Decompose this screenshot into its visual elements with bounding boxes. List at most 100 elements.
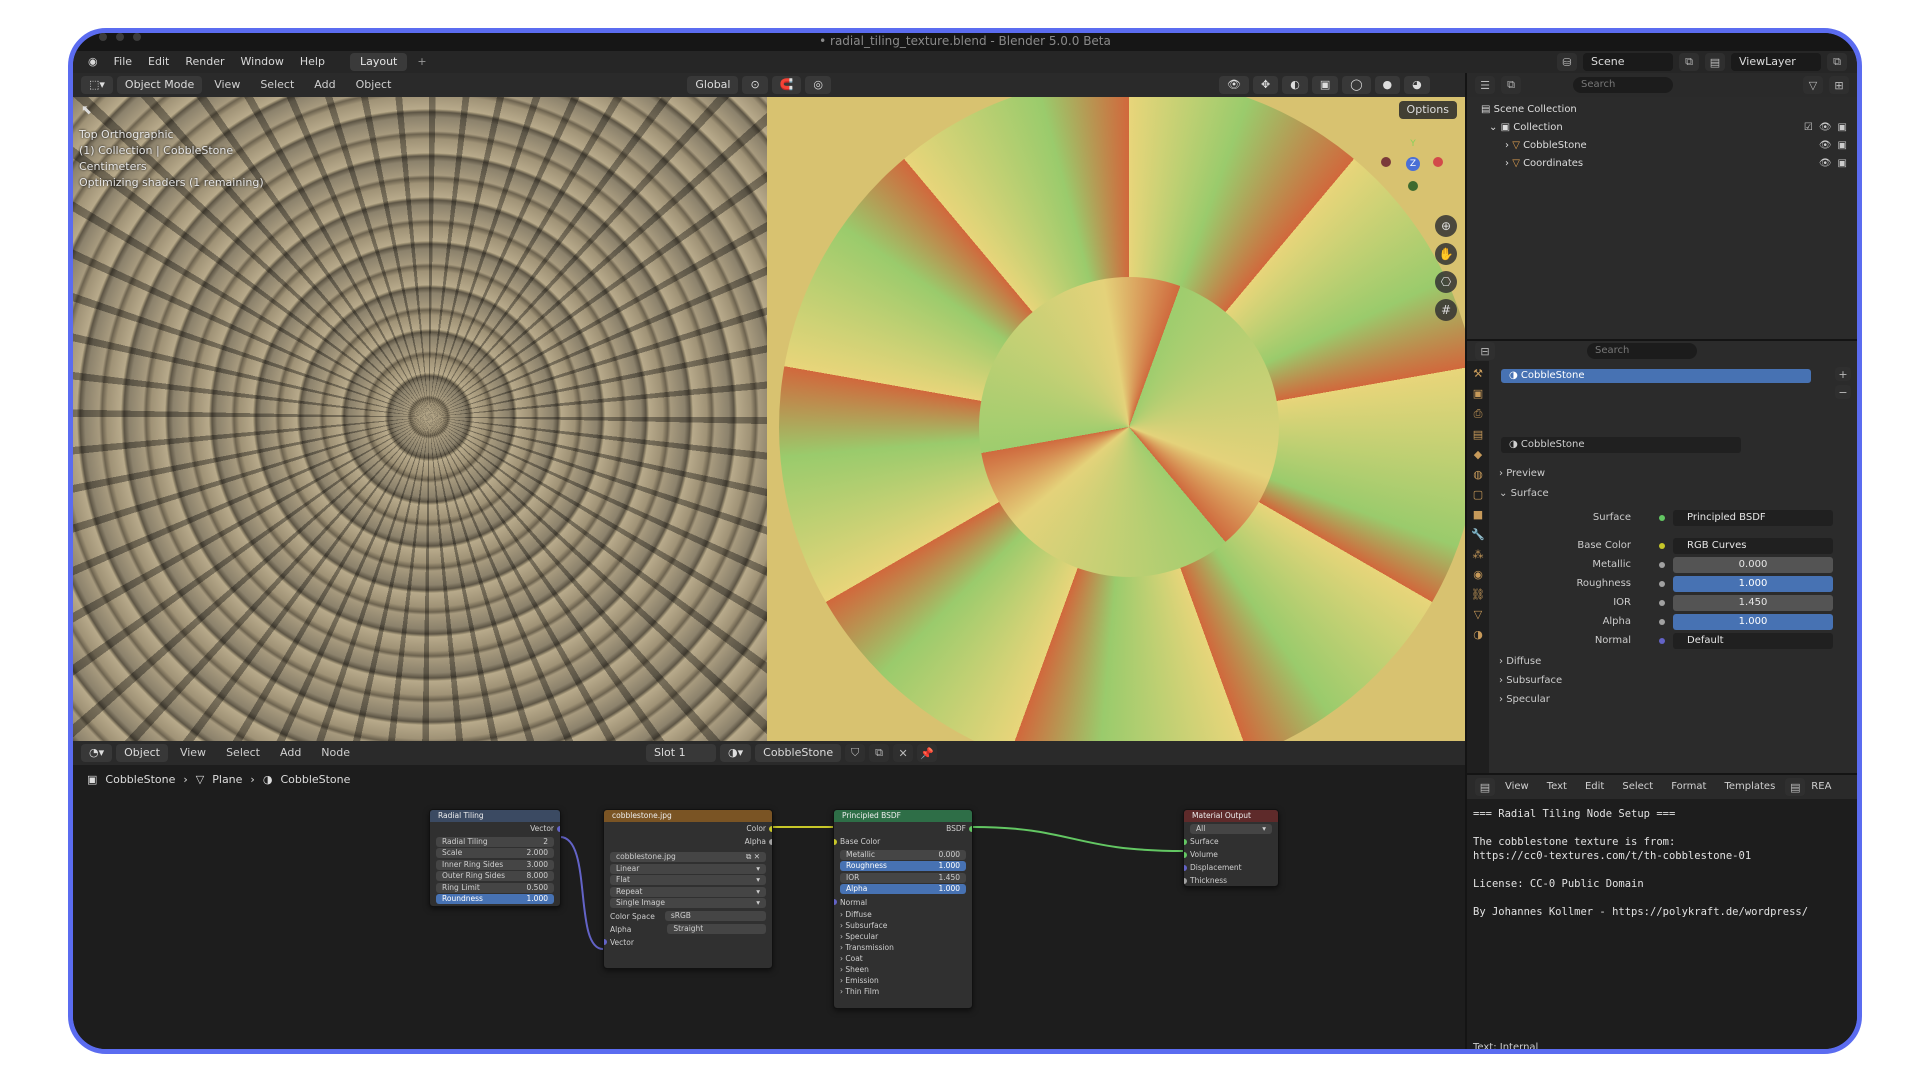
data-tab-icon[interactable]: ▽ [1474, 608, 1482, 621]
panel-surface[interactable]: ⌄ Surface [1499, 485, 1549, 503]
bsdf-output-socket[interactable] [969, 825, 972, 832]
visibility-icon[interactable]: 👁 [1219, 76, 1249, 94]
text-browse-icon[interactable]: ▤ [1785, 778, 1806, 796]
remove-slot-button[interactable]: − [1835, 385, 1851, 399]
node-material-output[interactable]: Material Output All ▾ Surface Volume Disp… [1183, 809, 1279, 887]
alpha-slider[interactable]: 1.000 [1673, 614, 1833, 630]
roughness-slider[interactable]: 1.000 [1673, 576, 1833, 592]
outliner-row-scene-collection[interactable]: ▤ Scene Collection [1467, 101, 1857, 119]
radial-field-scale[interactable]: Scale 2.000 [436, 848, 554, 858]
world-tab-icon[interactable]: ◍ [1473, 468, 1483, 481]
viewlayer-icon[interactable]: ▤ [1705, 53, 1725, 71]
shading-wireframe-icon[interactable]: ◯ [1342, 76, 1371, 94]
render-tab-icon[interactable]: ▣ [1473, 387, 1483, 400]
outliner-row-coordinates[interactable]: › ▽ Coordinates 👁 ▣ [1467, 155, 1857, 173]
editor-type-icon[interactable]: ⬚▾ [81, 76, 113, 94]
gizmo-z-axis[interactable]: Z [1406, 157, 1420, 171]
metallic-slider[interactable]: 0.000 [1673, 557, 1833, 573]
menu-window[interactable]: Window [234, 51, 291, 73]
properties-search[interactable]: Search [1587, 343, 1697, 359]
surface-socket[interactable] [1184, 838, 1187, 845]
scene-icon[interactable]: ⛁ [1557, 53, 1577, 71]
node-radial-tiling[interactable]: Radial Tiling Vector Radial Tiling 2 Sca… [429, 809, 561, 907]
bsdf-panel-sheen[interactable]: › Sheen [834, 964, 972, 975]
viewport-menu-object[interactable]: Object [348, 73, 400, 97]
color-space-dropdown[interactable]: sRGB [664, 911, 766, 921]
bsdf-panel-specular[interactable]: › Specular [834, 931, 972, 942]
output-target-dropdown[interactable]: All ▾ [1190, 823, 1272, 834]
volume-socket[interactable] [1184, 851, 1187, 858]
surface-shader-field[interactable]: Principled BSDF [1673, 510, 1833, 526]
tool-tab-icon[interactable]: ⚒ [1473, 367, 1483, 380]
bsdf-field-alpha[interactable]: Alpha 1.000 [840, 884, 966, 894]
image-projection[interactable]: Flat ▾ [610, 875, 766, 885]
panel-subsurface[interactable]: › Subsurface [1499, 672, 1562, 690]
menu-render[interactable]: Render [178, 51, 231, 73]
normal-socket[interactable] [834, 899, 837, 905]
minimize-window-button[interactable] [116, 33, 124, 41]
gizmo-neg-x-dot[interactable] [1381, 157, 1391, 167]
panel-preview[interactable]: › Preview [1499, 465, 1545, 483]
fake-user-icon[interactable]: ⛉ [845, 744, 866, 762]
base-color-field[interactable]: RGB Curves [1673, 538, 1833, 554]
radial-group-selector[interactable]: Radial Tiling 2 [436, 836, 554, 847]
menu-edit[interactable]: Edit [141, 51, 176, 73]
outliner-search[interactable]: Search [1573, 77, 1673, 93]
thickness-socket[interactable] [1184, 877, 1187, 884]
viewport-menu-add[interactable]: Add [306, 73, 343, 97]
image-alpha-socket[interactable] [769, 838, 772, 845]
text-datablock-name[interactable]: REA [1807, 775, 1835, 799]
material-slot-dropdown[interactable]: Slot 1 [646, 744, 717, 762]
node-menu-view[interactable]: View [172, 741, 214, 765]
text-menu-view[interactable]: View [1497, 775, 1537, 799]
viewport-menu-select[interactable]: Select [252, 73, 302, 97]
properties-type-icon[interactable]: ⊟ [1475, 342, 1495, 360]
viewport-menu-view[interactable]: View [206, 73, 248, 97]
gizmo-neg-y-dot[interactable] [1408, 181, 1418, 191]
radial-output-socket[interactable] [557, 825, 560, 832]
normal-field[interactable]: Default [1673, 633, 1833, 649]
panel-specular[interactable]: › Specular [1499, 691, 1550, 709]
add-workspace-button[interactable]: + [409, 51, 434, 73]
pivot-icon[interactable]: ⊙ [742, 76, 768, 94]
bsdf-panel-subsurface[interactable]: › Subsurface [834, 920, 972, 931]
text-menu-edit[interactable]: Edit [1577, 775, 1612, 799]
new-viewlayer-icon[interactable]: ⧉ [1827, 53, 1847, 71]
bsdf-field-ior[interactable]: IOR 1.450 [840, 872, 966, 883]
radial-field-roundness[interactable]: Roundness 1.000 [436, 894, 554, 904]
bsdf-panel-emission[interactable]: › Emission [834, 975, 972, 986]
text-menu-text[interactable]: Text [1539, 775, 1575, 799]
radial-field-outer-sides[interactable]: Outer Ring Sides 8.000 [436, 871, 554, 881]
image-file-field[interactable]: cobblestone.jpg ⧉ ✕ [610, 852, 766, 862]
eye-icon[interactable]: 👁 [1819, 155, 1832, 173]
eye-icon[interactable]: 👁 [1819, 119, 1832, 137]
zoom-icon[interactable]: ⊕ [1435, 215, 1457, 237]
panel-diffuse[interactable]: › Diffuse [1499, 653, 1541, 671]
bsdf-panel-coat[interactable]: › Coat [834, 953, 972, 964]
close-window-button[interactable] [99, 33, 107, 41]
image-extension[interactable]: Repeat ▾ [610, 886, 766, 897]
exclude-checkbox[interactable]: ☑ [1804, 119, 1813, 137]
camera-icon[interactable]: ▣ [1838, 119, 1847, 137]
pan-hand-icon[interactable]: ✋ [1435, 243, 1457, 265]
pin-icon[interactable]: 📌 [917, 744, 938, 762]
material-browse-icon[interactable]: ◑▾ [720, 744, 752, 762]
modifier-tab-icon[interactable]: 🔧 [1471, 528, 1485, 541]
outliner-type-icon[interactable]: ☰ [1475, 76, 1495, 94]
blender-logo-icon[interactable]: ◉ [81, 51, 105, 73]
ortho-grid-icon[interactable]: # [1435, 299, 1457, 321]
3d-viewport[interactable]: ⬉ Top Orthographic (1) Collection | Cobb… [73, 97, 1465, 741]
text-menu-select[interactable]: Select [1614, 775, 1661, 799]
display-mode-icon[interactable]: ⧉ [1501, 76, 1521, 94]
gizmo-y-axis[interactable]: Y [1406, 137, 1420, 151]
shader-type-dropdown[interactable]: Object [116, 744, 168, 762]
filter-icon[interactable]: ▽ [1803, 76, 1823, 94]
node-principled-bsdf[interactable]: Principled BSDF BSDF Base Color Metallic… [833, 809, 973, 1009]
overlay-toggle-icon[interactable]: ◐ [1282, 76, 1308, 94]
node-image-texture[interactable]: cobblestone.jpg Color Alpha cobblestone.… [603, 809, 773, 969]
physics-tab-icon[interactable]: ◉ [1473, 568, 1483, 581]
node-menu-add[interactable]: Add [272, 741, 309, 765]
bsdf-field-metallic[interactable]: Metallic 0.000 [840, 849, 966, 860]
ior-field[interactable]: 1.450 [1673, 595, 1833, 611]
transform-orientation-dropdown[interactable]: Global [687, 76, 739, 94]
